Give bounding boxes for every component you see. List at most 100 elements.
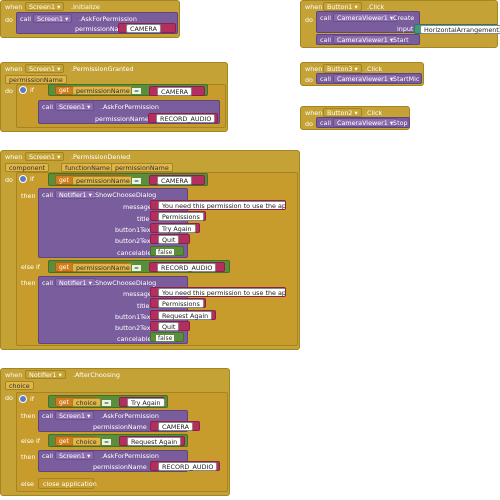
variable-name[interactable]: choice xyxy=(72,398,101,407)
component-dropdown[interactable]: Notifier1 ▾ xyxy=(25,370,66,379)
else-if-label: else if xyxy=(21,263,41,271)
boolean-block[interactable]: false xyxy=(150,246,184,256)
compare-block[interactable]: get choice = Request Again xyxy=(48,434,188,447)
text-value[interactable]: RECORD_AUDIO xyxy=(156,114,216,123)
method-name: .Create xyxy=(391,14,415,22)
camera-create-call[interactable]: call CameraViewer1 ▾ .Create input xyxy=(316,11,420,33)
event-parameter[interactable]: functionName xyxy=(61,163,114,172)
text-value[interactable]: CAMERA xyxy=(158,422,193,431)
text-block[interactable]: CAMERA xyxy=(118,23,176,33)
text-block[interactable]: Try Again xyxy=(150,223,200,233)
target-dropdown[interactable]: Notifier1 ▾ xyxy=(55,190,96,199)
operator-dropdown[interactable]: = xyxy=(131,264,143,272)
component-dropdown[interactable]: Button1 ▾ xyxy=(323,2,362,11)
operator-dropdown[interactable]: = xyxy=(101,438,113,446)
text-value[interactable]: RECORD_AUDIO xyxy=(158,462,218,471)
component-dropdown[interactable]: Screen1 ▾ xyxy=(25,152,65,161)
target-dropdown[interactable]: CameraViewer1 ▾ xyxy=(333,35,398,44)
component-block[interactable]: HorizontalArrangement1 xyxy=(414,24,500,34)
get-variable-block[interactable]: get permissionName xyxy=(55,262,134,272)
component-dropdown[interactable]: Screen1 ▾ xyxy=(25,2,65,11)
text-block[interactable]: CAMERA xyxy=(150,421,200,431)
boolean-value[interactable]: false xyxy=(155,334,176,342)
boolean-block[interactable]: false xyxy=(150,332,184,342)
text-value[interactable]: Quit xyxy=(158,322,180,331)
event-parameter[interactable]: permissionName xyxy=(5,75,67,84)
text-block[interactable]: Permissions xyxy=(150,298,206,308)
start-mic-call[interactable]: call CameraViewer1 ▾ .StartMic xyxy=(316,73,422,84)
component-dropdown[interactable]: Button2 ▾ xyxy=(323,108,362,117)
text-value[interactable]: Quit xyxy=(158,235,180,244)
component-dropdown[interactable]: Button3 ▾ xyxy=(323,64,362,73)
text-block[interactable]: Request Again xyxy=(119,436,185,446)
text-block[interactable]: RECORD_AUDIO xyxy=(148,113,218,123)
variable-name[interactable]: permissionName xyxy=(72,86,134,95)
do-label: do xyxy=(305,76,313,84)
compare-block[interactable]: get permissionName = CAMERA xyxy=(48,173,208,186)
component-dropdown[interactable]: Screen1 ▾ xyxy=(25,64,65,73)
text-block[interactable]: Try Again xyxy=(119,397,165,407)
text-value[interactable]: Try Again xyxy=(158,224,196,233)
compare-block[interactable]: get permissionName = CAMERA xyxy=(48,84,208,96)
close-application-block[interactable]: close application xyxy=(38,478,97,489)
camera-start-call[interactable]: call CameraViewer1 ▾ .Start xyxy=(316,34,420,45)
target-dropdown[interactable]: Screen1 ▾ xyxy=(55,451,95,460)
text-block[interactable]: You need this permission to use the app xyxy=(150,200,286,210)
text-block[interactable]: Quit xyxy=(150,321,190,331)
text-value[interactable]: RECORD_AUDIO xyxy=(157,263,217,272)
mutator-gear-icon[interactable] xyxy=(19,86,27,94)
mutator-gear-icon[interactable] xyxy=(19,395,27,403)
get-variable-block[interactable]: get choice xyxy=(55,436,101,446)
do-label: do xyxy=(5,394,13,402)
get-variable-block[interactable]: get permissionName xyxy=(55,86,134,95)
get-variable-block[interactable]: get permissionName xyxy=(55,175,134,185)
compare-block[interactable]: get permissionName = RECORD_AUDIO xyxy=(48,260,230,273)
target-dropdown[interactable]: CameraViewer1 ▾ xyxy=(333,13,398,22)
operator-dropdown[interactable]: = xyxy=(101,399,113,407)
variable-name[interactable]: permissionName xyxy=(72,176,134,185)
target-dropdown[interactable]: CameraViewer1 ▾ xyxy=(333,118,398,127)
operator-dropdown[interactable]: = xyxy=(131,87,143,95)
text-block[interactable]: You need this permission to use the app xyxy=(150,287,286,297)
text-value[interactable]: You need this permission to use the app xyxy=(158,201,285,209)
text-value[interactable]: Permissions xyxy=(158,299,204,308)
target-dropdown[interactable]: CameraViewer1 ▾ xyxy=(333,74,398,83)
component-value[interactable]: HorizontalArrangement1 xyxy=(420,25,500,34)
boolean-value[interactable]: false xyxy=(155,248,176,256)
text-value[interactable]: CAMERA xyxy=(157,87,192,96)
text-block[interactable]: Request Again xyxy=(150,310,216,320)
text-value[interactable]: Try Again xyxy=(127,398,165,407)
text-block[interactable]: CAMERA xyxy=(149,86,205,96)
target-name: Notifier1 xyxy=(59,279,87,287)
text-block[interactable]: RECORD_AUDIO xyxy=(149,262,225,272)
target-dropdown[interactable]: Screen1 ▾ xyxy=(55,102,95,111)
text-block[interactable]: Quit xyxy=(150,234,190,244)
text-value[interactable]: You need this permission to use the app xyxy=(158,288,285,296)
text-value[interactable]: CAMERA xyxy=(157,176,192,185)
event-parameter[interactable]: component xyxy=(5,163,50,172)
text-value[interactable]: Request Again xyxy=(158,311,213,320)
text-block[interactable]: RECORD_AUDIO xyxy=(150,461,220,471)
stop-call[interactable]: call CameraViewer1 ▾ .Stop xyxy=(316,117,410,128)
mutator-gear-icon[interactable] xyxy=(19,175,27,183)
variable-name[interactable]: permissionName xyxy=(72,263,134,272)
param-label: permissionName xyxy=(93,423,147,431)
compare-block[interactable]: get choice = Try Again xyxy=(48,395,168,408)
when-label: when xyxy=(5,3,23,11)
operator-dropdown[interactable]: = xyxy=(131,177,143,185)
text-value[interactable]: Request Again xyxy=(127,437,182,446)
target-dropdown[interactable]: Screen1 ▾ xyxy=(33,14,73,23)
get-variable-block[interactable]: get choice xyxy=(55,397,101,407)
variable-name[interactable]: choice xyxy=(72,437,101,446)
arg-label-message: message xyxy=(123,290,152,298)
target-dropdown[interactable]: Notifier1 ▾ xyxy=(55,278,96,287)
event-parameter[interactable]: permissionName xyxy=(111,163,173,172)
target-name: Screen1 xyxy=(59,103,86,111)
text-value[interactable]: CAMERA xyxy=(126,24,161,33)
text-value[interactable]: Permissions xyxy=(158,212,204,221)
target-dropdown[interactable]: Screen1 ▾ xyxy=(55,411,95,420)
event-parameter[interactable]: choice xyxy=(5,381,34,390)
target-name: Screen1 xyxy=(37,15,64,23)
text-block[interactable]: CAMERA xyxy=(149,175,205,185)
text-block[interactable]: Permissions xyxy=(150,211,206,221)
